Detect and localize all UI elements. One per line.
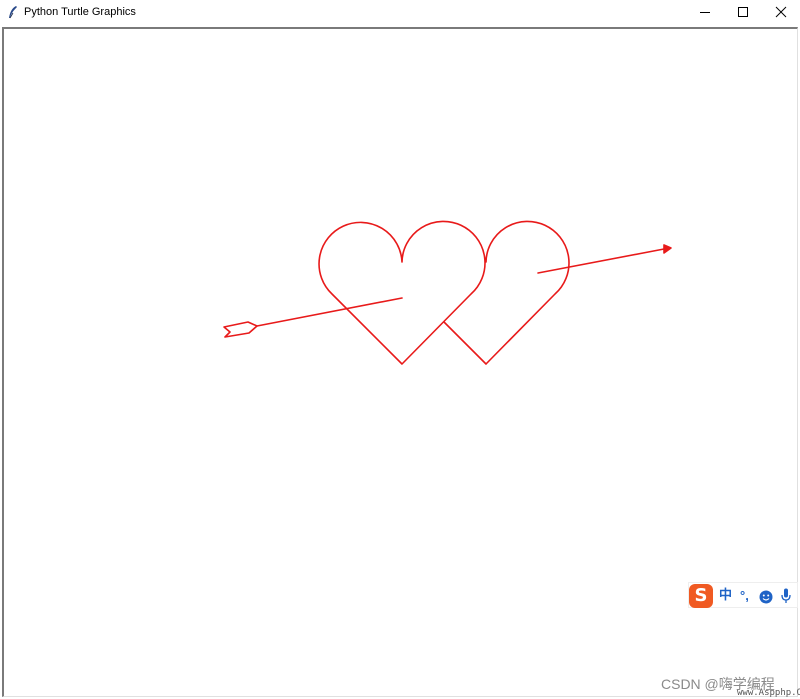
turtle-canvas[interactable]: [0, 0, 800, 699]
arrow-shaft-back: [256, 297, 403, 327]
site-watermark: www.Aspphp.Online: [737, 688, 800, 698]
emoji-icon[interactable]: [759, 587, 773, 607]
ime-punctuation-toggle[interactable]: °,: [740, 586, 749, 606]
turtle-window: Python Turtle Graphics S 中 °, CSDN @嗨学编程…: [0, 0, 800, 699]
ime-toolbar[interactable]: S 中 °,: [688, 582, 798, 608]
microphone-icon[interactable]: [781, 586, 791, 606]
arrow-tail-feather: [223, 321, 258, 338]
ime-mode-toggle[interactable]: 中: [719, 586, 732, 606]
sogou-logo[interactable]: S: [689, 584, 713, 608]
heart-right: [443, 220, 570, 365]
arrow-shaft-front: [537, 248, 665, 274]
arrow-head: [663, 244, 672, 254]
heart-left: [318, 220, 486, 365]
